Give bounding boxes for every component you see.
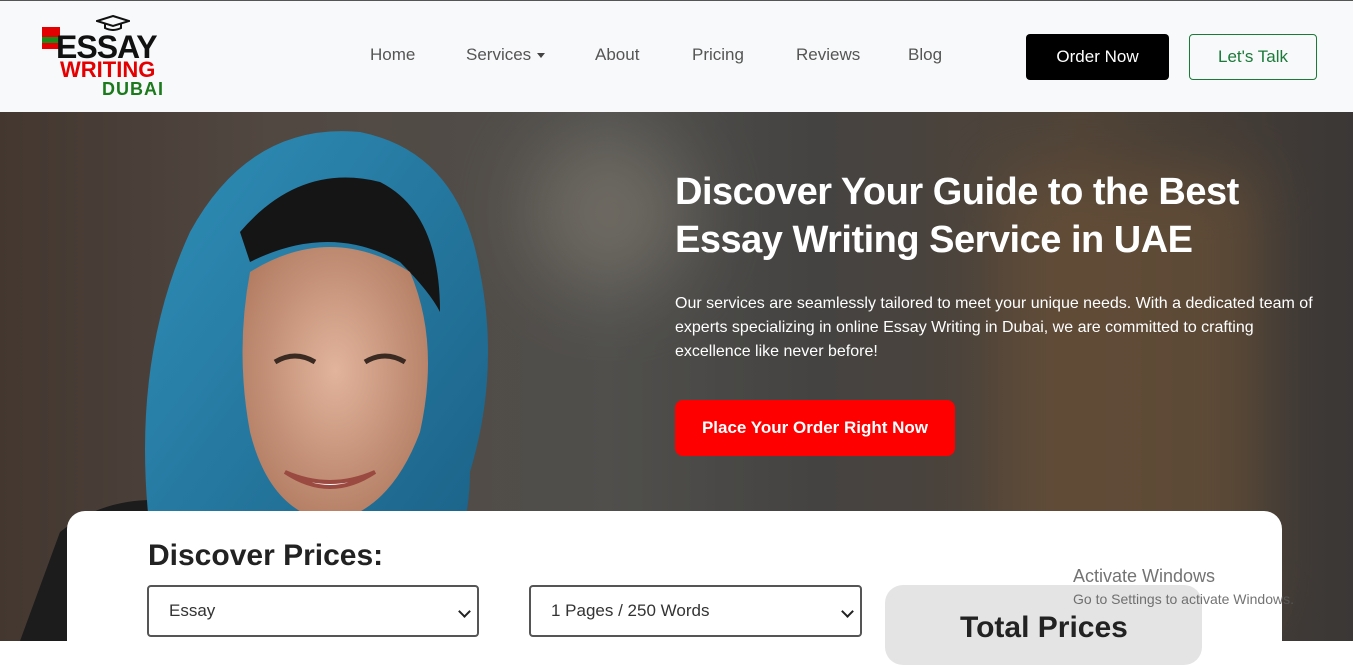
total-prices-label: Total Prices (960, 611, 1128, 644)
site-logo[interactable]: ESSAY WRITING DUBAI (40, 15, 180, 101)
nav-home[interactable]: Home (370, 45, 415, 65)
paper-type-select[interactable]: Essay (147, 585, 479, 637)
hero-description: Our services are seamlessly tailored to … (675, 295, 1313, 360)
logo-text-dubai: DUBAI (102, 79, 164, 99)
lets-talk-button[interactable]: Let's Talk (1189, 34, 1317, 80)
nav-pricing[interactable]: Pricing (692, 45, 744, 65)
site-header: ESSAY WRITING DUBAI Home Services About … (0, 0, 1353, 112)
chevron-down-icon (458, 605, 471, 618)
nav-services[interactable]: Services (466, 45, 546, 65)
nav-blog[interactable]: Blog (908, 45, 942, 65)
place-order-button[interactable]: Place Your Order Right Now (675, 400, 955, 456)
watermark-title: Activate Windows (1073, 566, 1216, 586)
caret-down-icon (537, 53, 546, 59)
order-now-button[interactable]: Order Now (1026, 34, 1169, 80)
paper-type-value: Essay (169, 601, 216, 620)
nav-about[interactable]: About (595, 45, 639, 65)
chevron-down-icon (841, 605, 854, 618)
prices-title: Discover Prices: (148, 539, 384, 572)
nav-reviews[interactable]: Reviews (796, 45, 860, 65)
pages-select[interactable]: 1 Pages / 250 Words (529, 585, 862, 637)
watermark-subtitle: Go to Settings to activate Windows. (1073, 591, 1294, 607)
nav-services-label: Services (466, 45, 532, 64)
hero-title: Discover Your Guide to the Best Essay Wr… (675, 171, 1239, 261)
pages-value: 1 Pages / 250 Words (551, 601, 710, 620)
activate-windows-watermark: Activate Windows Go to Settings to activ… (1073, 566, 1294, 607)
